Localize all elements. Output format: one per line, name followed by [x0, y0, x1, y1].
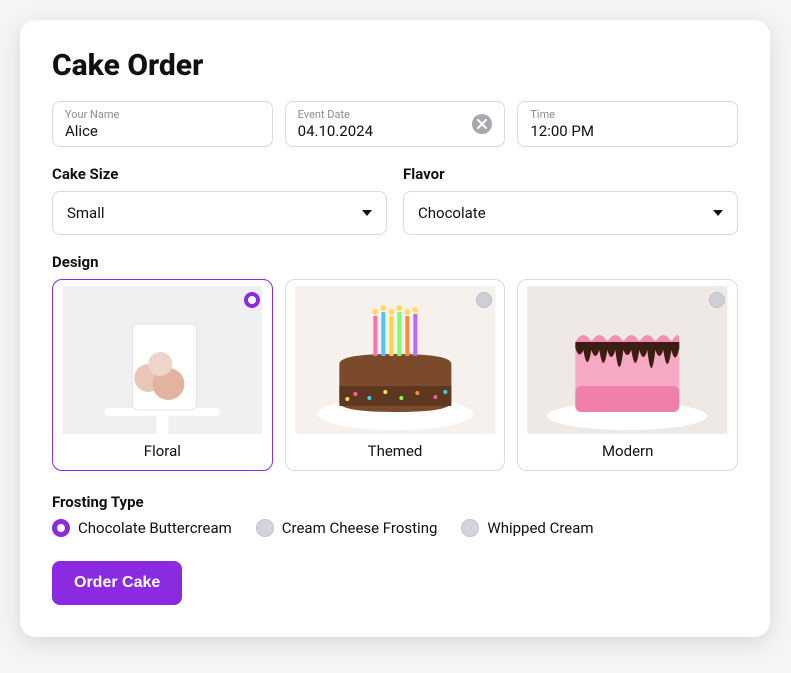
cake-size-group: Cake Size Small [52, 165, 387, 235]
name-field[interactable]: Your Name [52, 101, 273, 147]
design-thumb-modern [524, 286, 731, 434]
frosting-name: Whipped Cream [487, 519, 593, 537]
design-thumb-themed [292, 286, 499, 434]
design-row: Floral [52, 279, 738, 471]
date-input[interactable] [298, 122, 473, 140]
cake-size-value: Small [67, 204, 105, 222]
design-name-themed: Themed [292, 442, 499, 460]
identity-row: Your Name Event Date Time [52, 101, 738, 147]
cake-size-select[interactable]: Small [52, 191, 387, 235]
frosting-name: Cream Cheese Frosting [282, 519, 438, 537]
radio-icon [709, 292, 725, 308]
flavor-group: Flavor Chocolate [403, 165, 738, 235]
frosting-label: Frosting Type [52, 493, 738, 511]
design-name-floral: Floral [59, 442, 266, 460]
design-option-modern[interactable]: Modern [517, 279, 738, 471]
cake-order-form: Cake Order Your Name Event Date Time [20, 20, 770, 637]
time-field[interactable]: Time [517, 101, 738, 147]
caret-down-icon [713, 210, 723, 216]
order-cake-button[interactable]: Order Cake [52, 561, 182, 605]
time-input[interactable] [530, 122, 725, 140]
design-label: Design [52, 253, 738, 271]
cake-size-label: Cake Size [52, 165, 387, 183]
time-label: Time [530, 108, 725, 121]
radio-icon [461, 519, 479, 537]
flavor-value: Chocolate [418, 204, 486, 222]
radio-icon [244, 292, 260, 308]
frosting-row: Chocolate Buttercream Cream Cheese Frost… [52, 519, 738, 537]
frosting-option-creamcheese[interactable]: Cream Cheese Frosting [256, 519, 438, 537]
name-input[interactable] [65, 122, 260, 140]
flavor-label: Flavor [403, 165, 738, 183]
radio-icon [52, 519, 70, 537]
date-field[interactable]: Event Date [285, 101, 506, 147]
clear-date-icon[interactable] [472, 114, 492, 134]
caret-down-icon [362, 210, 372, 216]
design-option-floral[interactable]: Floral [52, 279, 273, 471]
design-option-themed[interactable]: Themed [285, 279, 506, 471]
page-title: Cake Order [52, 48, 738, 83]
name-label: Your Name [65, 108, 260, 121]
date-label: Event Date [298, 108, 473, 121]
frosting-option-whipped[interactable]: Whipped Cream [461, 519, 593, 537]
size-flavor-row: Cake Size Small Flavor Chocolate [52, 165, 738, 235]
design-name-modern: Modern [524, 442, 731, 460]
frosting-name: Chocolate Buttercream [78, 519, 232, 537]
design-thumb-floral [59, 286, 266, 434]
frosting-option-chocolate[interactable]: Chocolate Buttercream [52, 519, 232, 537]
flavor-select[interactable]: Chocolate [403, 191, 738, 235]
radio-icon [256, 519, 274, 537]
